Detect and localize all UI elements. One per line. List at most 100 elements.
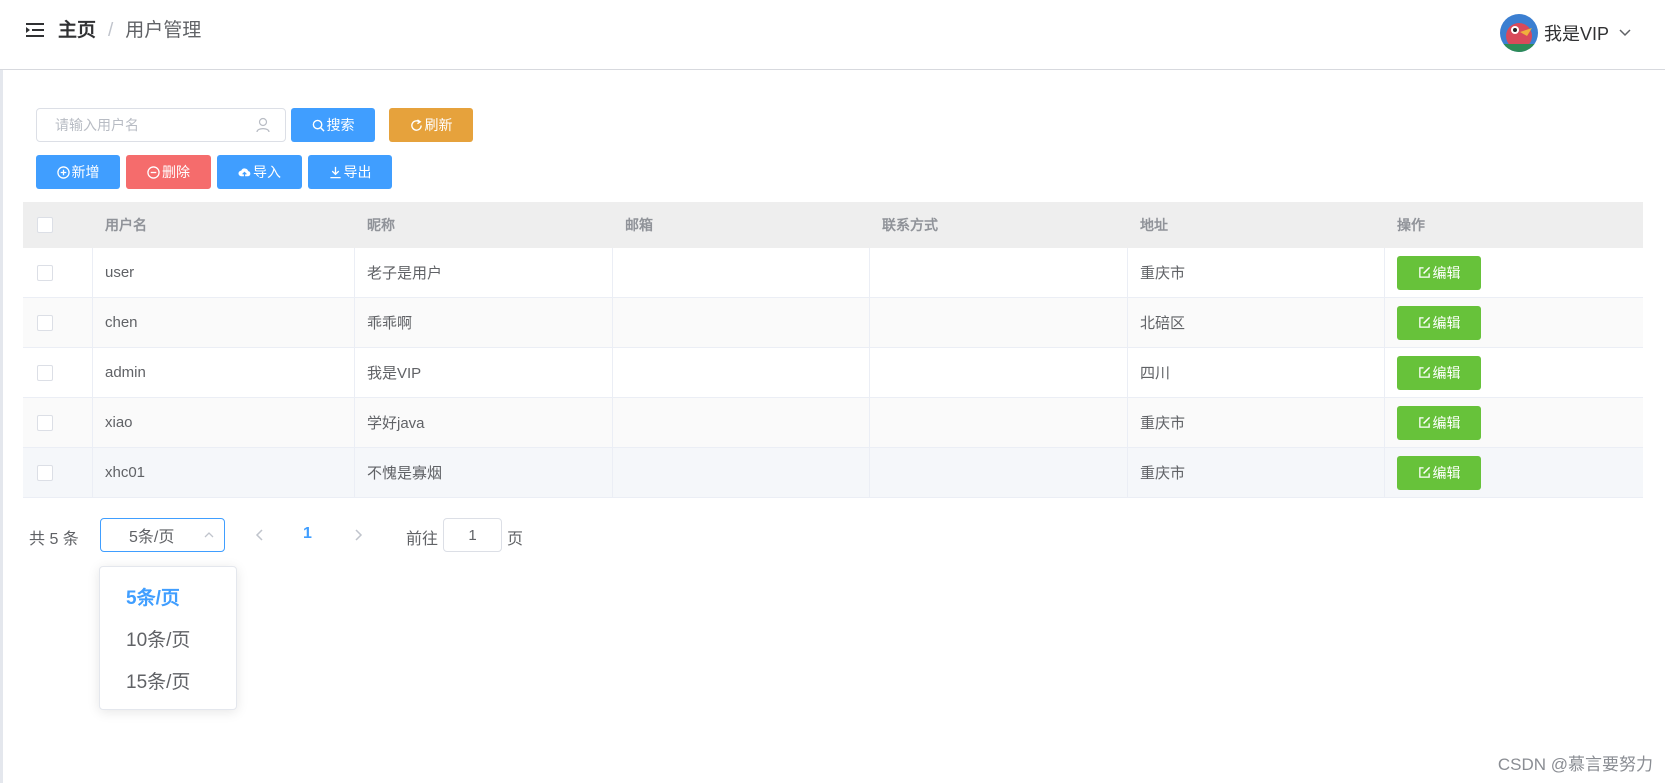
table-row[interactable]: admin 我是VIP 四川 编辑: [23, 348, 1643, 398]
table-row[interactable]: xiao 学好java 重庆市 编辑: [23, 398, 1643, 448]
export-button-label: 导出: [343, 164, 372, 180]
refresh-button-label: 刷新: [424, 117, 453, 133]
table-header: 用户名 昵称 邮箱 联系方式 地址 操作: [23, 202, 1643, 248]
table-row[interactable]: xhc01 不愧是寡烟 重庆市 编辑: [23, 448, 1643, 498]
row-select-cell: [23, 298, 93, 347]
cell-phone: [870, 348, 1128, 397]
cell-email: [613, 398, 870, 447]
cell-username: xhc01: [93, 448, 355, 497]
page-size-dropdown: 5条/页 10条/页 15条/页: [99, 566, 237, 710]
breadcrumb-home[interactable]: 主页: [58, 18, 96, 44]
cell-actions: 编辑: [1385, 348, 1643, 397]
column-header-phone[interactable]: 联系方式: [870, 202, 1128, 248]
goto-page-input[interactable]: [443, 518, 502, 552]
page-size-option[interactable]: 5条/页: [100, 575, 236, 617]
search-icon: [312, 119, 325, 132]
table-row[interactable]: user 老子是用户 重庆市 编辑: [23, 248, 1643, 298]
chevron-up-icon: [204, 532, 214, 538]
left-edge-divider: [0, 0, 3, 783]
cell-phone: [870, 448, 1128, 497]
edit-icon: [1418, 316, 1430, 328]
page-size-option[interactable]: 15条/页: [100, 659, 236, 701]
breadcrumb-current: 用户管理: [125, 20, 202, 41]
edit-icon: [1418, 416, 1430, 428]
export-button[interactable]: 导出: [308, 155, 392, 189]
edit-button[interactable]: 编辑: [1397, 305, 1481, 340]
page-size-select[interactable]: 5条/页: [100, 518, 225, 552]
cloud-upload-icon: [238, 167, 251, 177]
cell-email: [613, 298, 870, 347]
avatar[interactable]: [1499, 14, 1538, 52]
row-checkbox[interactable]: [37, 414, 53, 431]
search-button[interactable]: 搜索: [291, 108, 375, 142]
cell-nickname: 不愧是寡烟: [355, 448, 613, 497]
next-page-icon[interactable]: [353, 527, 363, 543]
select-all-checkbox[interactable]: [37, 217, 53, 233]
cell-phone: [870, 248, 1128, 297]
row-select-cell: [23, 248, 93, 297]
edit-button[interactable]: 编辑: [1397, 405, 1481, 440]
row-checkbox[interactable]: [37, 264, 53, 281]
cell-actions: 编辑: [1385, 448, 1643, 497]
prev-page-icon[interactable]: [255, 527, 265, 543]
row-checkbox[interactable]: [37, 364, 53, 381]
edit-icon: [1418, 366, 1430, 378]
cell-address: 四川: [1128, 348, 1385, 397]
user-menu[interactable]: 我是VIP: [1499, 14, 1631, 52]
edit-button[interactable]: 编辑: [1397, 355, 1481, 390]
row-select-cell: [23, 348, 93, 397]
chevron-down-icon[interactable]: [1619, 29, 1631, 37]
delete-button[interactable]: 删除: [126, 155, 211, 189]
cell-username: user: [93, 248, 355, 297]
breadcrumb: 主页 / 用户管理: [58, 18, 201, 44]
column-header-email[interactable]: 邮箱: [613, 202, 870, 248]
cell-email: [613, 348, 870, 397]
column-header-actions: 操作: [1397, 217, 1425, 233]
menu-fold-icon[interactable]: [26, 22, 44, 38]
cell-nickname: 老子是用户: [355, 248, 613, 297]
search-input[interactable]: [36, 108, 286, 142]
page-size-option[interactable]: 10条/页: [100, 617, 236, 659]
cell-username: xiao: [93, 398, 355, 447]
top-header: 主页 / 用户管理 我是VIP: [0, 0, 1665, 70]
edit-button[interactable]: 编辑: [1397, 455, 1481, 490]
row-select-cell: [23, 448, 93, 497]
edit-button-label: 编辑: [1432, 414, 1461, 431]
column-header-nickname[interactable]: 昵称: [355, 202, 613, 248]
column-header-username[interactable]: 用户名: [93, 202, 355, 248]
breadcrumb-separator: /: [108, 20, 114, 41]
page-number-current[interactable]: 1: [303, 525, 312, 543]
cell-address: 重庆市: [1128, 398, 1385, 447]
cell-username: chen: [93, 298, 355, 347]
cell-nickname: 学好java: [355, 398, 613, 447]
edit-icon: [1418, 266, 1430, 278]
plus-circle-icon: [56, 165, 70, 179]
delete-button-label: 删除: [162, 164, 190, 180]
cell-username: admin: [93, 348, 355, 397]
row-checkbox[interactable]: [37, 314, 53, 331]
import-button-label: 导入: [253, 164, 281, 180]
edit-button[interactable]: 编辑: [1397, 255, 1481, 290]
cell-address: 重庆市: [1128, 248, 1385, 297]
cell-nickname: 乖乖啊: [355, 298, 613, 347]
user-name[interactable]: 我是VIP: [1544, 20, 1609, 46]
goto-label: 前往: [406, 531, 439, 548]
table-row[interactable]: chen 乖乖啊 北碚区 编辑: [23, 298, 1643, 348]
row-checkbox[interactable]: [37, 464, 53, 481]
minus-circle-icon: [147, 165, 160, 179]
cell-email: [613, 448, 870, 497]
edit-button-label: 编辑: [1432, 464, 1461, 481]
column-header-address[interactable]: 地址: [1128, 202, 1385, 248]
edit-button-label: 编辑: [1432, 264, 1461, 281]
goto-suffix: 页: [507, 531, 524, 548]
refresh-button[interactable]: 刷新: [389, 108, 473, 142]
edit-button-label: 编辑: [1432, 364, 1461, 381]
cell-nickname: 我是VIP: [355, 348, 613, 397]
pagination-total: 共 5 条: [29, 531, 79, 548]
cell-phone: [870, 398, 1128, 447]
cell-actions: 编辑: [1385, 398, 1643, 447]
cell-email: [613, 248, 870, 297]
import-button[interactable]: 导入: [217, 155, 302, 189]
add-button[interactable]: 新增: [36, 155, 120, 189]
user-icon: [256, 117, 270, 133]
